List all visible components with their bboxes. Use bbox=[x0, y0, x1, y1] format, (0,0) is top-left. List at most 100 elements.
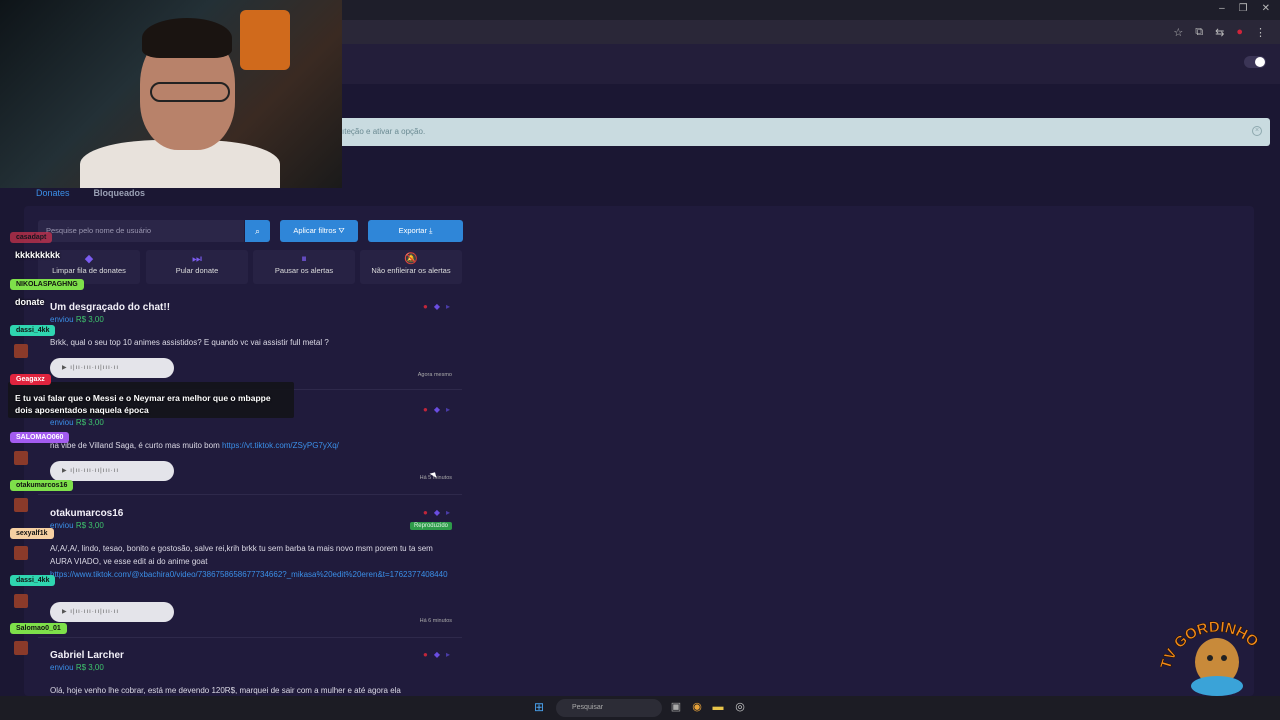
chat-username: dassi_4kk bbox=[10, 575, 56, 586]
search-input[interactable]: Pesquise pelo nome de usuário bbox=[38, 220, 244, 242]
info-alert: ıteção e ativar a opção. × bbox=[330, 118, 1270, 146]
block-icon[interactable]: ● bbox=[423, 405, 428, 414]
export-button[interactable]: Exportar ⤓ bbox=[368, 220, 463, 242]
message-text: na vibe de Villand Saga, é curto mas mui… bbox=[50, 441, 220, 450]
chat-message: E tu vai falar que o Messi e o Neymar er… bbox=[15, 393, 271, 415]
chat-username: Geagaxz bbox=[10, 374, 51, 385]
row-actions: ● ◆ ▸ bbox=[423, 302, 450, 311]
skip-icon[interactable]: ▸ bbox=[446, 508, 450, 517]
address-bar[interactable] bbox=[340, 20, 1280, 44]
search-icon: ⌕ bbox=[254, 226, 261, 236]
donation-message: na vibe de Villand Saga, é curto mas mui… bbox=[50, 439, 450, 452]
audio-player[interactable]: ▶ ı|ıı·ııı·ıı|ııı·ıı bbox=[50, 358, 174, 378]
donation-item: Gabriel Larcher enviou R$ 3,00 ● ◆ ▸ Olá, … bbox=[38, 650, 462, 696]
skip-donate-button[interactable]: ⏭ Pular donate bbox=[146, 250, 248, 284]
sent-line: enviou R$ 3,00 bbox=[50, 521, 104, 530]
chrome-icon[interactable]: ◉ bbox=[691, 701, 703, 713]
chat-avatar bbox=[14, 344, 28, 358]
filter-icon: ⛛ bbox=[338, 226, 345, 235]
tab-bloqueados[interactable]: Bloqueados bbox=[94, 188, 146, 198]
audio-player[interactable]: ▶ ı|ıı·ııı·ıı|ııı·ıı bbox=[50, 461, 174, 481]
action-label: Não enfileirar os alertas bbox=[371, 266, 451, 275]
audio-player[interactable]: ▶ ı|ıı·ııı·ıı|ııı·ıı bbox=[50, 602, 174, 622]
browser-toolbar-icons: ☆ ⧉ ⇆ ● ⋮ bbox=[1173, 26, 1266, 39]
task-view-icon[interactable]: ▣ bbox=[670, 701, 682, 713]
taskbar-search[interactable]: Pesquisar bbox=[556, 699, 662, 717]
skip-icon[interactable]: ▸ bbox=[446, 405, 450, 414]
message-link[interactable]: https://www.tiktok.com/@xbachira0/video/… bbox=[50, 570, 448, 579]
minimize-icon[interactable]: – bbox=[1219, 3, 1225, 14]
export-label: Exportar bbox=[398, 226, 427, 235]
search-button[interactable]: ⌕ bbox=[245, 220, 270, 242]
message-text: A/,A/,A/, lindo, tesao, bonito e gostosã… bbox=[50, 544, 433, 566]
folder-icon[interactable]: ▬ bbox=[712, 701, 724, 713]
chat-avatar bbox=[14, 451, 28, 465]
restore-icon[interactable]: ❐ bbox=[1239, 3, 1248, 14]
bell-off-icon: 🔕 bbox=[404, 253, 418, 265]
sync-icon[interactable]: ⇆ bbox=[1215, 26, 1224, 39]
streamer-hair bbox=[142, 18, 232, 58]
chair bbox=[240, 10, 290, 70]
donation-item: otakumarcos16 enviou R$ 3,00 ● ◆ ▸ Reprodu… bbox=[38, 508, 462, 638]
sent-line: enviou R$ 3,00 bbox=[50, 418, 104, 427]
chat-message: donate bbox=[15, 297, 45, 307]
menu-icon[interactable]: ⋮ bbox=[1255, 26, 1266, 39]
sent-line: enviou R$ 3,00 bbox=[50, 663, 104, 672]
filter-label: Aplicar filtros bbox=[293, 226, 337, 235]
obs-icon[interactable]: ◎ bbox=[734, 701, 746, 713]
skip-icon[interactable]: ▸ bbox=[446, 650, 450, 659]
donation-item: Um desgraçado do chat!! enviou R$ 3,00 ●… bbox=[38, 302, 462, 390]
chat-username: otakumarcos16 bbox=[10, 480, 74, 491]
replay-icon[interactable]: ◆ bbox=[434, 302, 440, 311]
pause-alerts-button[interactable]: ⏸ Pausar os alertas bbox=[253, 250, 355, 284]
donation-message: A/,A/,A/, lindo, tesao, bonito e gostosã… bbox=[50, 542, 450, 581]
window-controls: – ❐ ✕ bbox=[1219, 3, 1270, 14]
replay-icon[interactable]: ◆ bbox=[434, 650, 440, 659]
close-icon[interactable]: ✕ bbox=[1262, 3, 1270, 14]
windows-start-icon[interactable]: ⊞ bbox=[534, 701, 546, 713]
profile-icon[interactable]: ● bbox=[1236, 26, 1243, 39]
donor-name: otakumarcos16 bbox=[50, 508, 124, 519]
donation-message: Brkk, qual o seu top 10 animes assistido… bbox=[50, 338, 329, 347]
close-icon[interactable]: × bbox=[1252, 126, 1262, 136]
chat-username: casadapt bbox=[10, 232, 53, 243]
action-label: Limpar fila de donates bbox=[52, 266, 126, 275]
skip-icon: ⏭ bbox=[192, 253, 202, 265]
chat-avatar bbox=[14, 641, 28, 655]
action-label: Pausar os alertas bbox=[274, 266, 334, 275]
webcam-overlay bbox=[0, 0, 342, 188]
replay-icon[interactable]: ◆ bbox=[434, 508, 440, 517]
chat-username: NIKOLASPAGHNG bbox=[10, 279, 84, 290]
tab-donates[interactable]: Donates bbox=[36, 188, 70, 198]
chat-avatar bbox=[14, 594, 28, 608]
sent-label: enviou bbox=[50, 315, 74, 324]
apply-filters-button[interactable]: Aplicar filtros ⛛ bbox=[280, 220, 358, 242]
extensions-icon[interactable]: ⧉ bbox=[1195, 26, 1203, 39]
channel-logo: TV GORDINHO bbox=[1160, 618, 1262, 696]
row-actions: ● ◆ ▸ bbox=[423, 650, 450, 659]
time-ago: Há 6 minutos bbox=[419, 618, 452, 624]
row-actions: ● ◆ ▸ bbox=[423, 508, 450, 517]
donation-amount: R$ 3,00 bbox=[75, 315, 104, 324]
sent-line: enviou R$ 3,00 bbox=[50, 315, 104, 324]
streamer-glasses bbox=[150, 82, 230, 102]
no-queue-alerts-button[interactable]: 🔕 Não enfileirar os alertas bbox=[360, 250, 462, 284]
block-icon[interactable]: ● bbox=[423, 508, 428, 517]
row-actions: ● ◆ ▸ bbox=[423, 405, 450, 414]
skip-icon[interactable]: ▸ bbox=[446, 302, 450, 311]
block-icon[interactable]: ● bbox=[423, 302, 428, 311]
bookmark-star-icon[interactable]: ☆ bbox=[1173, 26, 1183, 39]
alert-text: ıteção e ativar a opção. bbox=[342, 127, 426, 136]
donation-amount: R$ 3,00 bbox=[75, 521, 104, 530]
donation-amount: R$ 3,00 bbox=[75, 418, 104, 427]
sent-label: enviou bbox=[50, 521, 74, 530]
download-icon: ⤓ bbox=[429, 226, 433, 235]
donor-name: Um desgraçado do chat!! bbox=[50, 302, 171, 313]
sent-label: enviou bbox=[50, 418, 74, 427]
donation-item: enviou R$ 3,00 ● ◆ ▸ na vibe de Villand Sa… bbox=[38, 405, 462, 495]
block-icon[interactable]: ● bbox=[423, 650, 428, 659]
theme-toggle[interactable] bbox=[1244, 56, 1266, 68]
chat-avatar bbox=[14, 498, 28, 512]
replay-icon[interactable]: ◆ bbox=[434, 405, 440, 414]
message-link[interactable]: https://vt.tiktok.com/ZSyPG7yXq/ bbox=[222, 441, 339, 450]
